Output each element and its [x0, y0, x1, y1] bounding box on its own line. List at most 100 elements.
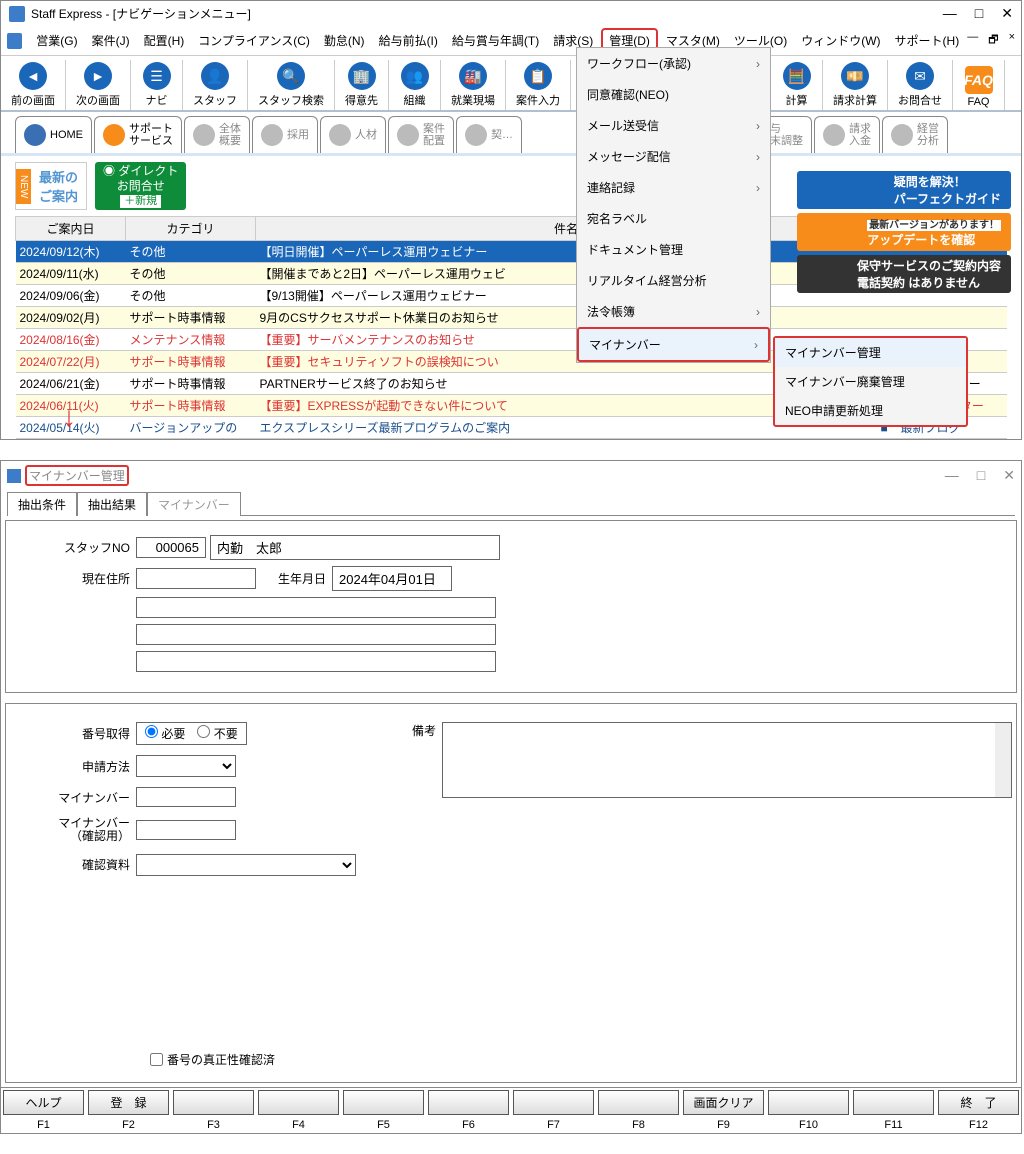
maximize-button[interactable]: □ [975, 5, 983, 22]
tab-zentai[interactable]: 全体概要 [184, 116, 250, 153]
menu-kyuyo-shoyo[interactable]: 給与賞与年調(T) [446, 30, 545, 51]
tab-seikyu[interactable]: 請求入金 [814, 116, 880, 153]
dd-mail[interactable]: メール送受信 [577, 110, 770, 141]
sm-mn-neo[interactable]: NEO申請更新処理 [775, 396, 966, 425]
lbl-kakunin: 確認資料 [30, 856, 130, 873]
banner-direct[interactable]: ◉ ダイレクト お問合せ ＋新規 [95, 162, 186, 210]
fkey-label: F10 [766, 1117, 851, 1133]
banner-hoshu[interactable]: 保守サービスのご契約内容電話契約 はありません [797, 255, 1011, 293]
menu-bar: 営業(G) 案件(J) 配置(H) コンプライアンス(C) 勤怠(N) 給与前払… [1, 26, 1021, 56]
tb-soshiki[interactable]: 👥組織 [389, 60, 441, 110]
tb-staff[interactable]: 👤スタッフ [183, 60, 248, 110]
val-staffname: 内勤 太郎 [210, 535, 500, 560]
news-row[interactable]: 2024/09/02(月)サポート時事情報9月のCSサクセスサポート休業日のお知… [16, 307, 1007, 329]
menu-compliance[interactable]: コンプライアンス(C) [192, 30, 316, 51]
sel-shinsei[interactable] [136, 755, 236, 777]
menu-kintai[interactable]: 勤怠(N) [318, 30, 371, 51]
tb-keisan[interactable]: 🧮計算 [771, 60, 823, 110]
fn-btn-8 [598, 1090, 679, 1115]
fn-btn-2[interactable]: 登 録 [88, 1090, 169, 1115]
minimize-button[interactable]: — [943, 5, 957, 22]
tb-anken-in[interactable]: 📋案件入力 [506, 60, 571, 110]
tab-keiei[interactable]: 経営分析 [882, 116, 948, 153]
radio-hitsuyo[interactable]: 必要 [145, 725, 185, 742]
tb-tokuisaki[interactable]: 🏢得意先 [335, 60, 389, 110]
dd-renraku[interactable]: 連絡記録 [577, 172, 770, 203]
txt-biko[interactable] [442, 722, 1012, 798]
win2-titlebar: マイナンバー管理 — □ ✕ [1, 461, 1021, 490]
lbl-addr: 現在住所 [30, 570, 130, 587]
menu-eigyo[interactable]: 営業(G) [30, 30, 83, 51]
banner-guide[interactable]: 疑問を解決！パーフェクトガイド [797, 171, 1011, 209]
th-subject: 件名 [256, 217, 877, 241]
tb-seikyu-keisan[interactable]: 💴請求計算 [823, 60, 888, 110]
sel-kakunin[interactable] [136, 854, 356, 876]
mynumber-submenu: マイナンバー管理 マイナンバー廃棄管理 NEO申請更新処理 [773, 336, 968, 427]
th-date: ご案内日 [16, 217, 126, 241]
val-ext1 [136, 597, 496, 618]
staff-panel: スタッフNO 000065 内勤 太郎 現在住所 生年月日 2024年04月01… [5, 520, 1017, 693]
val-ext3 [136, 651, 496, 672]
tb-next[interactable]: ►次の画面 [66, 60, 131, 110]
fn-btn-9[interactable]: 画面クリア [683, 1090, 764, 1115]
tab-home[interactable]: HOME [15, 116, 92, 153]
tb-shugyo[interactable]: 🏭就業現場 [441, 60, 506, 110]
tab-anken[interactable]: 案件配置 [388, 116, 454, 153]
val-addr [136, 568, 256, 589]
fkey-label: F5 [341, 1117, 426, 1133]
mdi-restore[interactable]: 🗗 [988, 31, 998, 50]
input-mynumber[interactable] [136, 787, 236, 807]
menu-kyuyo-mae[interactable]: 給与前払(I) [373, 30, 444, 51]
radio-fuyou[interactable]: 不要 [197, 725, 237, 742]
tb-faq[interactable]: FAQFAQ [953, 60, 1005, 110]
dd-atena[interactable]: 宛名ラベル [577, 203, 770, 234]
fkey-label: F7 [511, 1117, 596, 1133]
lbl-bangoshutoku: 番号取得 [30, 725, 130, 742]
lbl-biko: 備考 [396, 722, 436, 739]
tb-staff-search[interactable]: 🔍スタッフ検索 [248, 60, 335, 110]
menu-anken[interactable]: 案件(J) [86, 30, 136, 51]
tb-prev[interactable]: ◄前の画面 [1, 60, 66, 110]
tab-jinzai[interactable]: 人材 [320, 116, 386, 153]
tab2-chushutsu-joken[interactable]: 抽出条件 [7, 492, 77, 516]
fn-btn-3 [173, 1090, 254, 1115]
tab-saiyo[interactable]: 採用 [252, 116, 318, 153]
banner-news[interactable]: NEW 最新の ご案内 [15, 162, 87, 210]
dd-workflow[interactable]: ワークフロー(承認) [577, 48, 770, 79]
val-staffno: 000065 [136, 537, 206, 558]
tab-support[interactable]: サポートサービス [94, 116, 182, 153]
fn-btn-12[interactable]: 終 了 [938, 1090, 1019, 1115]
tab-kei[interactable]: 契… [456, 116, 522, 153]
fn-btn-10 [768, 1090, 849, 1115]
sm-mn-kanri[interactable]: マイナンバー管理 [775, 338, 966, 367]
fkey-label: F3 [171, 1117, 256, 1133]
menu-support[interactable]: サポート(H) [889, 30, 966, 51]
tab2-mynumber[interactable]: マイナンバー [147, 492, 241, 516]
dd-doui[interactable]: 同意確認(NEO) [577, 79, 770, 110]
tb-navi[interactable]: ☰ナビ [131, 60, 183, 110]
lbl-birth: 生年月日 [256, 570, 326, 587]
win2-maximize[interactable]: □ [977, 467, 985, 484]
lbl-shinsei: 申請方法 [30, 758, 130, 775]
fkeys: F1F2F3F4F5F6F7F8F9F10F11F12 [1, 1117, 1021, 1133]
dd-document[interactable]: ドキュメント管理 [577, 234, 770, 265]
menu-window[interactable]: ウィンドウ(W) [795, 30, 886, 51]
win2-minimize[interactable]: — [945, 467, 959, 484]
banner-update[interactable]: 最新バージョンがあります！アップデートを確認 [797, 213, 1011, 251]
mdi-minimize[interactable]: — [967, 31, 978, 50]
sm-mn-haiki[interactable]: マイナンバー廃棄管理 [775, 367, 966, 396]
menu-haichi[interactable]: 配置(H) [138, 30, 191, 51]
tb-otoiawase[interactable]: ✉お問合せ [888, 60, 953, 110]
fn-btn-1[interactable]: ヘルプ [3, 1090, 84, 1115]
dd-message[interactable]: メッセージ配信 [577, 141, 770, 172]
dd-horei[interactable]: 法令帳簿 [577, 296, 770, 327]
chk-shinsei[interactable] [150, 1053, 163, 1066]
tab2-chushutsu-kekka[interactable]: 抽出結果 [77, 492, 147, 516]
scrollbar[interactable] [995, 723, 1011, 797]
dd-mynumber[interactable]: マイナンバー [577, 327, 770, 362]
mdi-close[interactable]: × [1009, 31, 1015, 50]
dd-realtime[interactable]: リアルタイム経営分析 [577, 265, 770, 296]
close-button[interactable]: ✕ [1001, 5, 1013, 22]
win2-close[interactable]: ✕ [1003, 467, 1015, 484]
input-mynumber2[interactable] [136, 820, 236, 840]
